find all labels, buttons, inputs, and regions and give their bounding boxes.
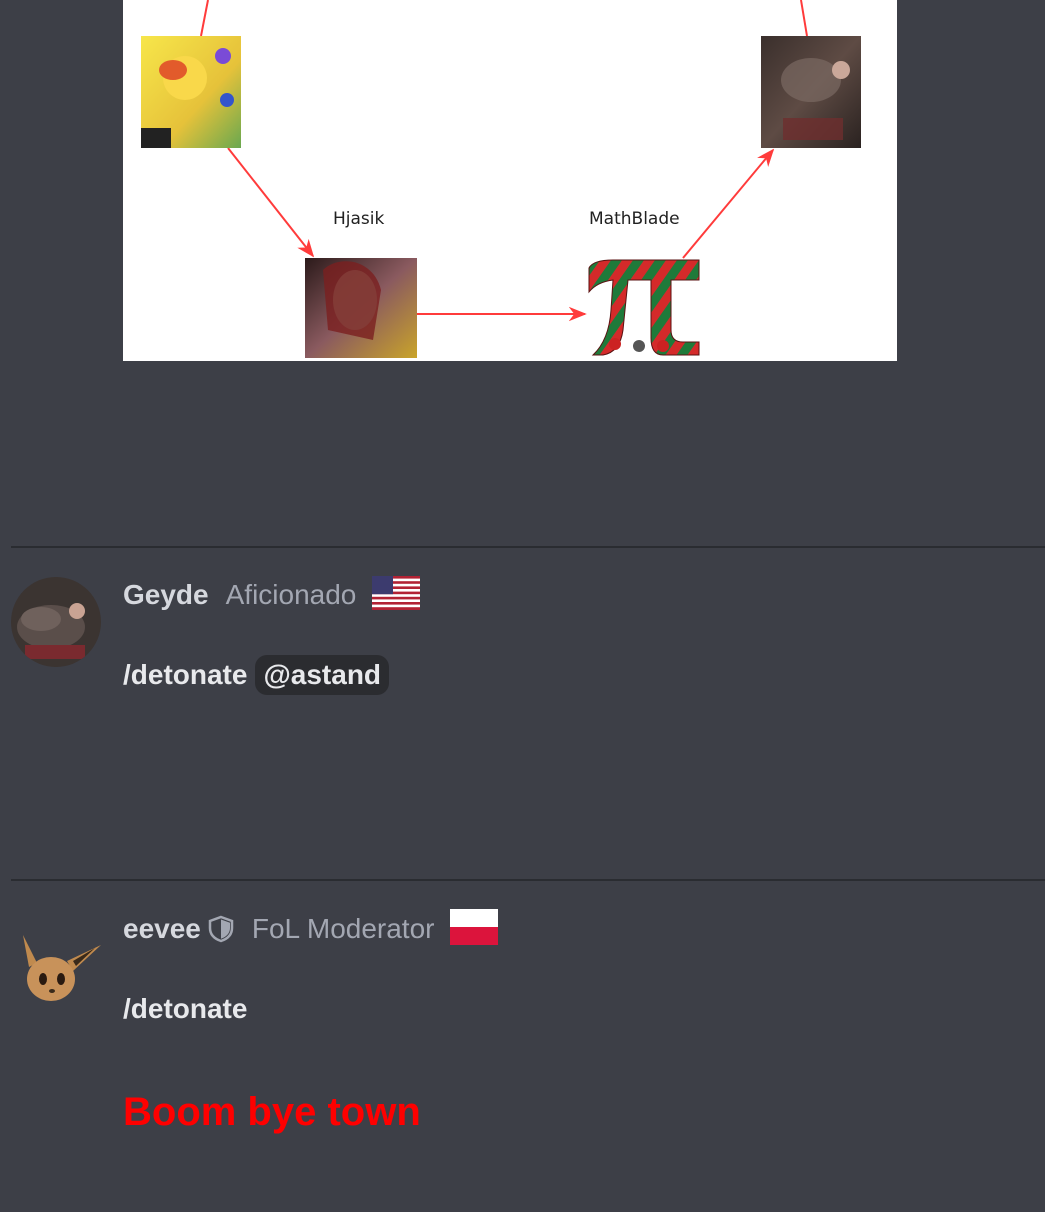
us-flag-icon — [372, 575, 421, 615]
embedded-diagram-image: Hjasik MathBlade — [123, 0, 897, 361]
post-divider — [11, 546, 1045, 548]
user-role: Aficionado — [225, 579, 357, 610]
arrow-top-left — [200, 0, 209, 37]
avatar[interactable] — [11, 915, 101, 1005]
node-avatar-yellow — [141, 36, 241, 148]
arrow-to-hjasik — [227, 147, 315, 258]
user-role: FoL Moderator — [251, 913, 435, 944]
poland-flag-icon — [450, 908, 499, 950]
post-message: /detonate — [123, 988, 247, 1030]
avatar[interactable] — [11, 577, 101, 667]
node-pi-symbol — [588, 259, 700, 356]
label-mathblade: MathBlade — [589, 209, 680, 229]
post-divider — [11, 879, 1045, 881]
arrow-top-right — [800, 0, 808, 37]
post-header: Geyde Aficionado — [123, 574, 421, 616]
arrow-to-top-right — [682, 148, 775, 259]
moderator-shield-icon — [207, 915, 235, 943]
node-avatar-dark-top — [761, 36, 861, 148]
message-text: /detonate — [123, 659, 248, 690]
user-mention[interactable]: @astand — [255, 655, 390, 695]
username[interactable]: Geyde — [123, 579, 209, 611]
post-header: eevee FoL Moderator — [123, 908, 499, 950]
post-message: /detonate @astand — [123, 654, 390, 696]
node-avatar-hjasik — [305, 258, 417, 358]
label-hjasik: Hjasik — [333, 209, 385, 229]
username[interactable]: eevee — [123, 913, 201, 945]
page: Hjasik MathBlade Geyde Aficionado /deton… — [0, 0, 1045, 1212]
diagram-svg: Hjasik MathBlade — [141, 0, 861, 358]
red-message-text: Boom bye town — [123, 1090, 421, 1134]
message-text: /detonate — [123, 993, 248, 1024]
